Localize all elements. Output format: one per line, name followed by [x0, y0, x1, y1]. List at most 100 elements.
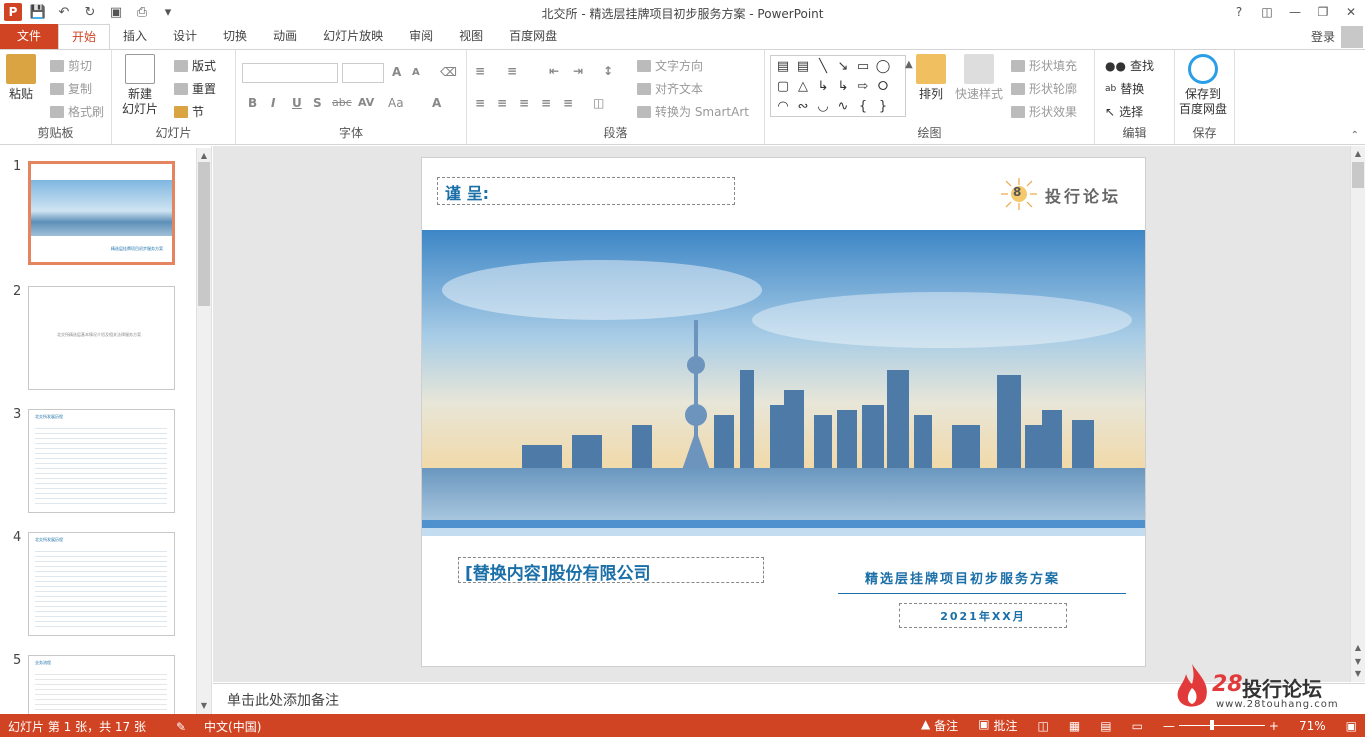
- tab-slideshow[interactable]: 幻灯片放映: [310, 24, 396, 49]
- scribble-shape-icon[interactable]: ∾: [793, 97, 813, 117]
- char-spacing-button[interactable]: AV: [358, 96, 374, 109]
- scroll-thumb[interactable]: [198, 162, 210, 306]
- zoom-in-icon[interactable]: +: [1269, 719, 1279, 733]
- tab-review[interactable]: 审阅: [396, 24, 446, 49]
- fit-slide-icon[interactable]: ▣: [1346, 719, 1357, 733]
- section-button[interactable]: 节: [174, 103, 204, 120]
- tab-transitions[interactable]: 切换: [210, 24, 260, 49]
- shrink-font-icon[interactable]: A: [412, 67, 420, 78]
- save-baidu-button[interactable]: 保存到 百度网盘: [1179, 54, 1227, 117]
- collapse-ribbon-icon[interactable]: ⌃: [1351, 130, 1359, 141]
- select-button[interactable]: ↖ 选择: [1105, 103, 1143, 120]
- bullets-icon[interactable]: ≡: [475, 64, 485, 78]
- shapes-scroll-icon[interactable]: ▲: [905, 59, 913, 70]
- tab-home[interactable]: 开始: [58, 24, 111, 49]
- minimize-icon[interactable]: —: [1281, 0, 1309, 24]
- layout-button[interactable]: 版式: [174, 57, 216, 74]
- tab-baidu[interactable]: 百度网盘: [496, 24, 570, 49]
- tab-insert[interactable]: 插入: [110, 24, 160, 49]
- tab-file[interactable]: 文件: [0, 24, 58, 49]
- decrease-indent-icon[interactable]: ⇤: [549, 64, 559, 78]
- login-link[interactable]: 登录: [1311, 28, 1335, 45]
- textbox-shape-icon[interactable]: ▤: [773, 57, 793, 77]
- arc-shape-icon[interactable]: ◡: [813, 97, 833, 117]
- arrange-button[interactable]: 排列: [916, 54, 946, 102]
- main-scroll-up-icon[interactable]: ▲: [1351, 148, 1365, 160]
- triangle-shape-icon[interactable]: △: [793, 77, 813, 97]
- rectangle-shape-icon[interactable]: ▭: [853, 57, 873, 77]
- align-left-icon[interactable]: ≡: [475, 96, 485, 110]
- slideshow-view-icon[interactable]: ▭: [1132, 719, 1143, 733]
- quick-styles-button[interactable]: 快速样式: [955, 54, 1003, 102]
- shapes-gallery[interactable]: ▤ ▤ ╲ ↘ ▭ ◯ ▢ △ ↳ ↳ ⇨ ⭘ ◠ ∾ ◡ ∿ { }: [770, 55, 906, 117]
- paste-button[interactable]: 粘贴: [6, 54, 36, 102]
- tab-view[interactable]: 视图: [446, 24, 496, 49]
- tab-animations[interactable]: 动画: [260, 24, 310, 49]
- zoom-out-icon[interactable]: —: [1163, 719, 1175, 733]
- copy-button[interactable]: 复制: [50, 80, 92, 97]
- prev-slide-icon[interactable]: ▲: [1351, 642, 1365, 654]
- close-icon[interactable]: ✕: [1337, 0, 1365, 24]
- cut-button[interactable]: 剪切: [50, 57, 92, 74]
- font-family-select[interactable]: [242, 63, 338, 83]
- restore-icon[interactable]: ❐: [1309, 0, 1337, 24]
- avatar[interactable]: [1341, 26, 1363, 48]
- font-size-select[interactable]: [342, 63, 384, 83]
- shape-effects-button[interactable]: 形状效果: [1011, 103, 1077, 120]
- oval-shape-icon[interactable]: ◯: [873, 57, 893, 77]
- language-label[interactable]: 中文(中国): [204, 718, 261, 735]
- elbow-connector-icon[interactable]: ↳: [813, 77, 833, 97]
- notes-button[interactable]: ▲ 备注: [921, 717, 958, 734]
- align-text-button[interactable]: 对齐文本: [637, 80, 703, 97]
- strikethrough-button[interactable]: abc: [332, 96, 352, 109]
- comments-button[interactable]: ▣ 批注: [978, 717, 1017, 734]
- scroll-up-icon[interactable]: ▲: [197, 150, 211, 162]
- right-arrow-shape-icon[interactable]: ⇨: [853, 77, 873, 97]
- company-placeholder[interactable]: [替换内容]股份有限公司: [458, 557, 764, 584]
- reading-view-icon[interactable]: ▤: [1100, 719, 1111, 733]
- arrow-line-shape-icon[interactable]: ↘: [833, 57, 853, 77]
- italic-button[interactable]: I: [271, 96, 275, 110]
- right-brace-shape-icon[interactable]: }: [873, 97, 893, 117]
- thumbnail-slide-2[interactable]: 北交所精选层基本情况介绍及相关法律服务方案: [28, 286, 175, 390]
- shape-outline-button[interactable]: 形状轮廓: [1011, 80, 1077, 97]
- slide-canvas[interactable]: 谨 呈: 8 投行论坛 [替换内容]股份有限公司 精选层挂牌项目初步服务方案 2…: [421, 157, 1146, 667]
- columns-icon[interactable]: ◫: [593, 96, 604, 110]
- tab-design[interactable]: 设计: [160, 24, 210, 49]
- slide-sorter-icon[interactable]: ▦: [1069, 719, 1080, 733]
- scroll-down-icon[interactable]: ▼: [197, 700, 211, 712]
- thumbnail-slide-5[interactable]: 业务流程: [28, 655, 175, 715]
- format-painter-button[interactable]: 格式刷: [50, 103, 104, 120]
- smartart-button[interactable]: 转换为 SmartArt: [637, 103, 749, 120]
- shape-fill-button[interactable]: 形状填充: [1011, 57, 1077, 74]
- clear-format-icon[interactable]: ⌫: [440, 65, 457, 79]
- ribbon-display-icon[interactable]: ◫: [1253, 0, 1281, 24]
- font-color-button[interactable]: A: [432, 96, 441, 110]
- replace-button[interactable]: ab 替换: [1105, 80, 1144, 97]
- shadow-button[interactable]: S: [313, 96, 322, 110]
- date-placeholder[interactable]: 2021年XX月: [899, 603, 1067, 628]
- align-right-icon[interactable]: ≡: [519, 96, 529, 110]
- rounded-rect-shape-icon[interactable]: ▢: [773, 77, 793, 97]
- thumbnail-slide-3[interactable]: 北交所发展历程: [28, 409, 175, 513]
- vertical-textbox-shape-icon[interactable]: ▤: [793, 57, 813, 77]
- to-placeholder[interactable]: 谨 呈:: [437, 177, 735, 205]
- line-spacing-icon[interactable]: ↕: [603, 64, 613, 78]
- change-case-button[interactable]: Aa: [388, 96, 404, 110]
- distributed-icon[interactable]: ≡: [563, 96, 573, 110]
- left-brace-shape-icon[interactable]: {: [853, 97, 873, 117]
- grow-font-icon[interactable]: A: [392, 65, 401, 79]
- curve-shape-icon[interactable]: ∿: [833, 97, 853, 117]
- thumbnail-slide-1[interactable]: 精选层挂牌项目初步服务方案: [28, 161, 175, 265]
- help-button[interactable]: ?: [1225, 0, 1253, 24]
- new-slide-button[interactable]: 新建 幻灯片: [122, 54, 158, 117]
- zoom-handle[interactable]: [1209, 720, 1214, 730]
- bold-button[interactable]: B: [248, 96, 257, 110]
- elbow-arrow-icon[interactable]: ↳: [833, 77, 853, 97]
- line-shape-icon[interactable]: ╲: [813, 57, 833, 77]
- thumbnail-scrollbar[interactable]: ▲ ▼: [196, 148, 211, 714]
- freeform-shape-icon[interactable]: ◠: [773, 97, 793, 117]
- normal-view-icon[interactable]: ◫: [1038, 719, 1049, 733]
- spell-check-icon[interactable]: ✎: [176, 720, 186, 734]
- zoom-level[interactable]: 71%: [1299, 719, 1326, 733]
